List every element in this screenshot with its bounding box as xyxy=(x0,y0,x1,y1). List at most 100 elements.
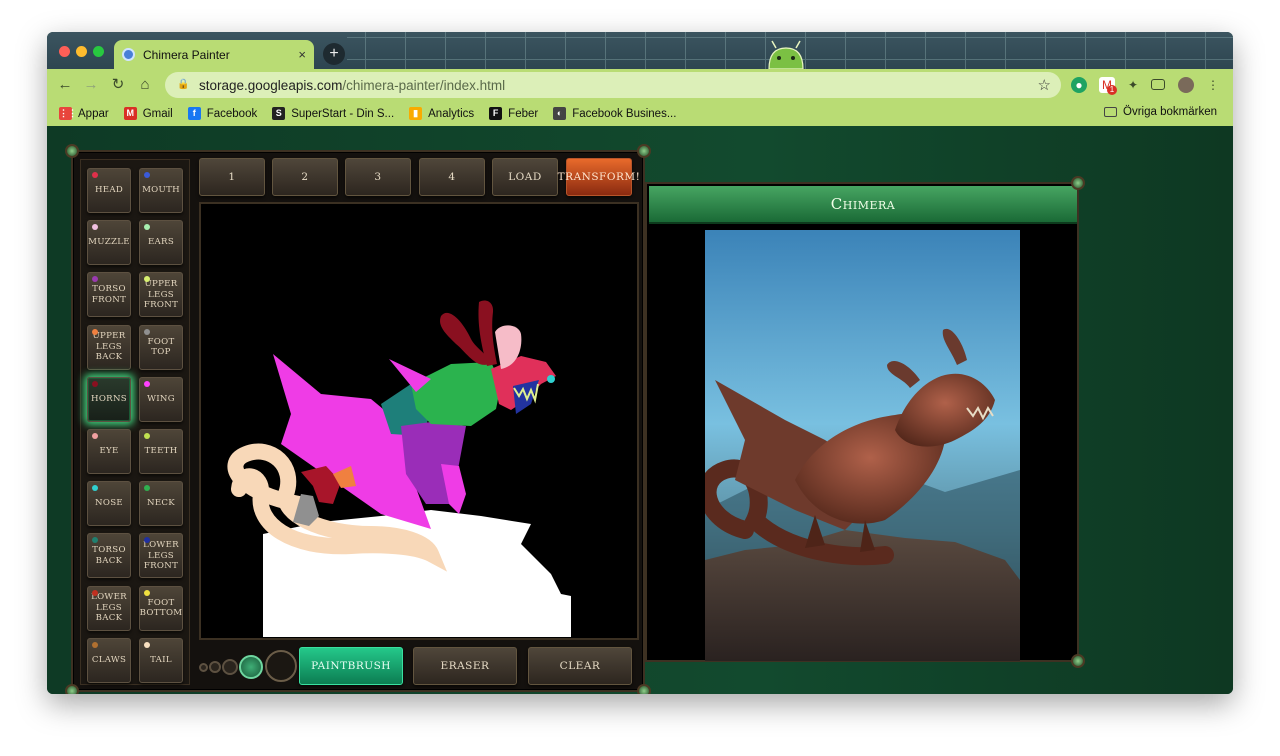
frame-corner-icon xyxy=(65,144,79,158)
other-bookmarks-label: Övriga bokmärken xyxy=(1123,106,1217,118)
back-arrow-icon[interactable]: ← xyxy=(55,75,75,95)
tool-bar: PAINTBRUSH ERASER CLEAR xyxy=(199,645,639,687)
bookmark-item[interactable]: ▮ Analytics xyxy=(409,107,474,120)
gmail-icon: M xyxy=(123,107,137,120)
part-color-dot xyxy=(144,224,150,231)
paintbrush-button[interactable]: PAINTBRUSH xyxy=(299,647,403,685)
part-button-nose[interactable]: NOSE xyxy=(87,481,131,527)
bookmark-item[interactable]: f Facebook xyxy=(187,107,257,120)
forward-arrow-icon[interactable]: → xyxy=(81,75,101,95)
part-label: EARS xyxy=(147,237,175,248)
part-color-dot xyxy=(92,328,98,335)
part-color-dot xyxy=(144,589,150,596)
brush-size-large-selected[interactable] xyxy=(239,655,263,679)
tab-close-icon[interactable]: × xyxy=(298,47,306,62)
brush-size-small[interactable] xyxy=(209,661,221,673)
part-button-upper-legs-back[interactable]: UPPER LEGS BACK xyxy=(87,324,131,370)
tab-chimera-painter[interactable]: Chimera Painter × xyxy=(114,40,314,69)
part-label: LOWER LEGS BACK xyxy=(91,592,127,624)
output-title: Chimera xyxy=(649,186,1077,224)
part-color-dot xyxy=(92,224,98,231)
bookmark-label: SuperStart - Din S... xyxy=(291,107,395,120)
part-color-dot xyxy=(144,172,150,178)
part-button-foot-top[interactable]: FOOT TOP xyxy=(139,324,183,370)
bookmark-item[interactable]: S SuperStart - Din S... xyxy=(272,107,394,120)
browser-window: Chimera Painter × + ← → ↻ ⌂ 🔒 storage.go… xyxy=(47,32,1233,694)
bookmark-item[interactable]: ◐ Facebook Busines... xyxy=(553,107,676,120)
top-button-3[interactable]: 3 xyxy=(345,158,411,196)
part-button-horns[interactable]: HORNS xyxy=(87,376,131,422)
part-label: FOOT BOTTOM xyxy=(139,597,183,619)
top-button-2[interactable]: 2 xyxy=(272,158,338,196)
part-color-dot xyxy=(92,641,98,648)
part-color-dot xyxy=(92,276,98,283)
eraser-button[interactable]: ERASER xyxy=(413,647,517,685)
extension-green-icon[interactable]: ● xyxy=(1071,77,1087,93)
brush-size-xlarge[interactable] xyxy=(265,650,297,682)
address-bar[interactable]: 🔒 storage.googleapis.com/chimera-painter… xyxy=(165,72,1061,98)
part-button-mouth[interactable]: MOUTH xyxy=(139,168,183,213)
part-label: HORNS xyxy=(91,394,127,405)
part-button-tail[interactable]: TAIL xyxy=(139,637,183,683)
frame-corner-icon xyxy=(1071,176,1085,190)
new-tab-button[interactable]: + xyxy=(323,43,345,65)
tab-favicon-icon xyxy=(122,48,135,61)
part-label: CLAWS xyxy=(91,655,127,666)
part-label: MOUTH xyxy=(142,185,180,196)
part-button-upper-legs-front[interactable]: UPPER LEGS FRONT xyxy=(139,272,183,318)
part-button-eye[interactable]: EYE xyxy=(87,429,131,474)
part-button-muzzle[interactable]: MUZZLE xyxy=(87,220,131,266)
top-button-load[interactable]: LOAD xyxy=(492,158,558,196)
part-label: WING xyxy=(147,394,175,405)
reload-icon[interactable]: ↻ xyxy=(108,75,128,95)
output-panel: Chimera xyxy=(645,176,1085,668)
part-button-torso-back[interactable]: TORSO BACK xyxy=(87,533,131,579)
top-button-1[interactable]: 1 xyxy=(199,158,265,196)
part-color-dot xyxy=(92,433,98,439)
bookmark-star-icon[interactable]: ☆ xyxy=(1038,76,1051,94)
part-button-lower-legs-front[interactable]: LOWER LEGS FRONT xyxy=(139,533,183,579)
profile-avatar[interactable] xyxy=(1178,77,1194,93)
bookmarks-bar: ⋮⋮ Appar M Gmail f Facebook S SuperStart - Din … xyxy=(47,101,1233,126)
brush-size-medium[interactable] xyxy=(222,659,238,675)
part-button-claws[interactable]: CLAWS xyxy=(87,637,131,683)
part-button-lower-legs-back[interactable]: LOWER LEGS BACK xyxy=(87,585,131,631)
minimize-window-button[interactable] xyxy=(76,46,87,57)
part-button-teeth[interactable]: TEETH xyxy=(139,429,183,474)
bookmark-label: Appar xyxy=(78,107,109,120)
part-color-dot xyxy=(144,641,150,648)
page-content: HEAD MOUTH MUZZLE EARS TORSO FRONT UPPER LEGS… xyxy=(47,126,1233,694)
superstart-icon: S xyxy=(272,107,286,120)
zoom-window-button[interactable] xyxy=(93,46,104,57)
bookmark-item[interactable]: F Feber xyxy=(489,107,538,120)
tab-strip: Chimera Painter × + xyxy=(47,32,1233,69)
part-label: TORSO FRONT xyxy=(91,284,127,305)
part-button-wing[interactable]: WING xyxy=(139,376,183,422)
segmentation-canvas[interactable] xyxy=(199,202,639,640)
top-button-transform[interactable]: TRANSFORM! xyxy=(558,158,640,196)
menu-dots-icon[interactable]: ⋮ xyxy=(1205,77,1221,93)
part-button-neck[interactable]: NECK xyxy=(139,481,183,527)
part-label: NOSE xyxy=(95,498,123,509)
part-label: EYE xyxy=(99,446,119,457)
part-button-torso-front[interactable]: TORSO FRONT xyxy=(87,272,131,318)
part-label: MUZZLE xyxy=(88,237,130,248)
brush-size-tiny[interactable] xyxy=(199,663,208,672)
cast-icon[interactable] xyxy=(1151,79,1165,90)
bookmark-item[interactable]: M Gmail xyxy=(123,107,173,120)
home-icon[interactable]: ⌂ xyxy=(135,75,155,95)
close-window-button[interactable] xyxy=(59,46,70,57)
other-bookmarks-folder[interactable]: Övriga bokmärken xyxy=(1104,106,1217,118)
bookmark-label: Feber xyxy=(508,107,539,120)
browser-toolbar: ← → ↻ ⌂ 🔒 storage.googleapis.com/chimera… xyxy=(47,69,1233,101)
part-button-foot-bottom[interactable]: FOOT BOTTOM xyxy=(139,585,183,631)
part-button-ears[interactable]: EARS xyxy=(139,220,183,266)
part-color-dot xyxy=(92,380,98,387)
clear-button[interactable]: CLEAR xyxy=(528,647,632,685)
facebook-icon: f xyxy=(187,107,201,120)
top-button-4[interactable]: 4 xyxy=(419,158,485,196)
bookmark-item[interactable]: ⋮⋮ Appar xyxy=(59,107,109,120)
part-button-head[interactable]: HEAD xyxy=(87,168,131,213)
painter-panel: HEAD MOUTH MUZZLE EARS TORSO FRONT UPPER LEGS… xyxy=(65,144,651,694)
extensions-puzzle-icon[interactable]: ✦ xyxy=(1125,77,1141,93)
